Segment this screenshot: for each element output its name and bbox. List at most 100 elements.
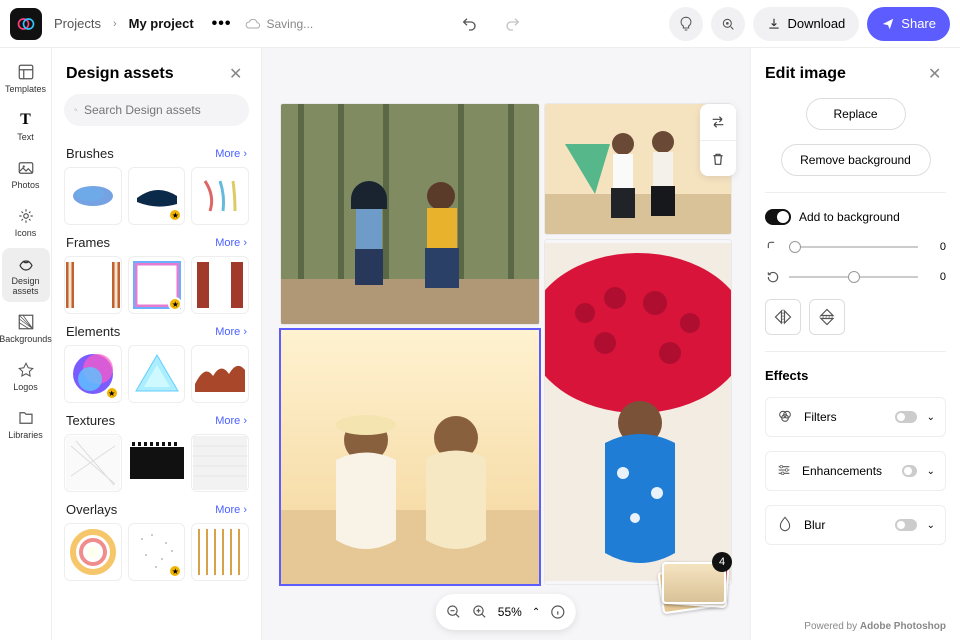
share-button[interactable]: Share — [867, 7, 950, 41]
collage-photo[interactable] — [281, 104, 539, 324]
more-link[interactable]: More › — [215, 504, 247, 516]
category-label: Textures — [66, 413, 115, 428]
zoom-bar: 55% ⌃ — [436, 594, 576, 630]
download-button[interactable]: Download — [753, 7, 859, 41]
search-input[interactable] — [84, 103, 239, 117]
blur-icon — [776, 516, 794, 535]
breadcrumb-root[interactable]: Projects — [50, 16, 105, 31]
layer-stack[interactable]: 4 — [658, 562, 728, 612]
category-label: Elements — [66, 324, 120, 339]
corner-radius-icon — [765, 239, 781, 255]
premium-badge-icon: ★ — [105, 386, 119, 400]
zoom-out-button[interactable] — [446, 604, 462, 620]
blur-row[interactable]: Blur ⌄ — [765, 505, 946, 545]
asset-thumb[interactable]: ★ — [128, 167, 186, 225]
close-edit-button[interactable]: ✕ — [928, 64, 946, 84]
flip-vertical-button[interactable] — [809, 299, 845, 335]
collage-photo[interactable] — [545, 240, 731, 584]
rail-logos[interactable]: Logos — [2, 354, 50, 398]
rail-icons[interactable]: Icons — [2, 200, 50, 244]
save-status: Saving... — [245, 17, 313, 31]
category-label: Overlays — [66, 502, 117, 517]
rail-design-assets[interactable]: Design assets — [2, 248, 50, 302]
preview-button[interactable] — [711, 7, 745, 41]
filters-row[interactable]: Filters ⌄ — [765, 397, 946, 437]
category-label: Frames — [66, 235, 110, 250]
rail-libraries[interactable]: Libraries — [2, 402, 50, 446]
add-to-background-toggle[interactable] — [765, 209, 791, 225]
asset-thumb[interactable] — [64, 167, 122, 225]
asset-thumb[interactable]: ★ — [64, 345, 122, 403]
logos-icon — [16, 360, 36, 380]
flip-horizontal-button[interactable] — [765, 299, 801, 335]
chevron-down-icon: ⌄ — [927, 520, 935, 531]
collage[interactable] — [281, 104, 731, 584]
asset-thumb[interactable] — [191, 434, 249, 492]
asset-thumb[interactable] — [64, 256, 122, 314]
more-link[interactable]: More › — [215, 326, 247, 338]
collage-photo-selected[interactable] — [281, 330, 539, 584]
rotate-value: 0 — [926, 271, 946, 283]
download-icon — [767, 17, 781, 31]
asset-thumb[interactable] — [64, 523, 122, 581]
redo-button[interactable] — [497, 8, 529, 40]
rail-templates[interactable]: Templates — [2, 56, 50, 100]
more-link[interactable]: More › — [215, 148, 247, 160]
asset-thumb[interactable] — [128, 345, 186, 403]
asset-thumb[interactable] — [191, 167, 249, 225]
info-button[interactable] — [550, 604, 566, 620]
corner-radius-value: 0 — [926, 241, 946, 253]
rail-backgrounds[interactable]: Backgrounds — [2, 306, 50, 350]
enhancements-toggle[interactable] — [902, 465, 917, 477]
remove-background-button[interactable]: Remove background — [781, 144, 931, 176]
rail-photos[interactable]: Photos — [2, 152, 50, 196]
templates-icon — [16, 62, 36, 82]
replace-button[interactable]: Replace — [806, 98, 906, 130]
enhancements-row[interactable]: Enhancements ⌄ — [765, 451, 946, 491]
asset-thumb[interactable] — [191, 345, 249, 403]
send-icon — [881, 17, 895, 31]
asset-thumb[interactable]: ★ — [128, 256, 186, 314]
undo-button[interactable] — [453, 8, 485, 40]
more-link[interactable]: More › — [215, 237, 247, 249]
close-panel-button[interactable]: ✕ — [229, 64, 247, 84]
powered-by-label: Powered by Adobe Photoshop — [765, 621, 946, 632]
rotate-slider[interactable] — [789, 276, 918, 278]
icons-icon — [16, 206, 36, 226]
edit-title: Edit image — [765, 65, 846, 83]
asset-thumb[interactable] — [191, 256, 249, 314]
chevron-down-icon: ⌄ — [927, 466, 935, 477]
swap-button[interactable] — [700, 104, 736, 140]
asset-thumb[interactable] — [128, 434, 186, 492]
zoom-in-button[interactable] — [472, 604, 488, 620]
hint-button[interactable] — [669, 7, 703, 41]
chevron-down-icon: ⌄ — [927, 412, 935, 423]
chevron-right-icon: › — [113, 18, 117, 30]
topbar: Projects › My project ••• Saving... Down… — [0, 0, 960, 48]
asset-thumb[interactable] — [64, 434, 122, 492]
rail-text[interactable]: TText — [2, 104, 50, 148]
asset-thumb[interactable] — [191, 523, 249, 581]
edit-image-panel: Edit image ✕ Replace Remove background A… — [750, 48, 960, 640]
search-box[interactable] — [64, 94, 249, 126]
app-logo[interactable] — [10, 8, 42, 40]
photos-icon — [16, 158, 36, 178]
effects-title: Effects — [765, 368, 946, 383]
more-link[interactable]: More › — [215, 415, 247, 427]
add-to-background-label: Add to background — [799, 210, 900, 224]
delete-button[interactable] — [700, 140, 736, 176]
assets-panel: Design assets ✕ Brushes More › ★ Frames Mo… — [52, 48, 262, 640]
backgrounds-icon — [16, 312, 36, 332]
filters-toggle[interactable] — [895, 411, 917, 423]
panel-title: Design assets — [66, 65, 174, 83]
layer-count-badge: 4 — [712, 552, 732, 572]
blur-toggle[interactable] — [895, 519, 917, 531]
canvas-area[interactable]: 4 55% ⌃ — [262, 48, 750, 640]
breadcrumb-current[interactable]: My project — [125, 16, 198, 31]
canvas-tools — [700, 104, 736, 176]
corner-radius-slider[interactable] — [789, 246, 918, 248]
asset-thumb[interactable]: ★ — [128, 523, 186, 581]
zoom-menu-button[interactable]: ⌃ — [532, 607, 540, 618]
more-menu[interactable]: ••• — [206, 15, 238, 33]
category-label: Brushes — [66, 146, 114, 161]
